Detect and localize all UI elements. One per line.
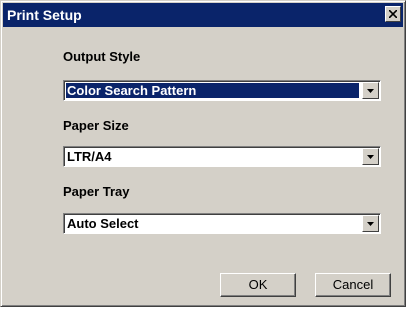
ok-button[interactable]: OK: [220, 273, 296, 297]
print-setup-dialog: Print Setup Output Style Color Search Pa…: [0, 0, 406, 307]
paper-size-dropdown-button[interactable]: [362, 148, 379, 165]
paper-tray-label: Paper Tray: [63, 184, 130, 199]
dropdown-arrow-icon: [367, 222, 374, 226]
close-x-icon: [389, 10, 397, 18]
paper-tray-select[interactable]: Auto Select: [63, 213, 381, 234]
paper-size-select[interactable]: LTR/A4: [63, 146, 381, 167]
output-style-label: Output Style: [63, 49, 141, 64]
title-bar[interactable]: Print Setup: [3, 3, 403, 27]
paper-tray-value: Auto Select: [67, 216, 139, 231]
paper-size-label: Paper Size: [63, 118, 129, 133]
output-style-dropdown-button[interactable]: [362, 82, 379, 99]
paper-size-value: LTR/A4: [67, 149, 112, 164]
dropdown-arrow-icon: [367, 89, 374, 93]
dialog-title: Print Setup: [7, 7, 82, 23]
paper-tray-dropdown-button[interactable]: [362, 215, 379, 232]
output-style-select[interactable]: Color Search Pattern: [63, 80, 381, 101]
cancel-button[interactable]: Cancel: [315, 273, 391, 297]
output-style-value: Color Search Pattern: [66, 83, 359, 98]
close-button[interactable]: [385, 6, 401, 22]
dropdown-arrow-icon: [367, 155, 374, 159]
